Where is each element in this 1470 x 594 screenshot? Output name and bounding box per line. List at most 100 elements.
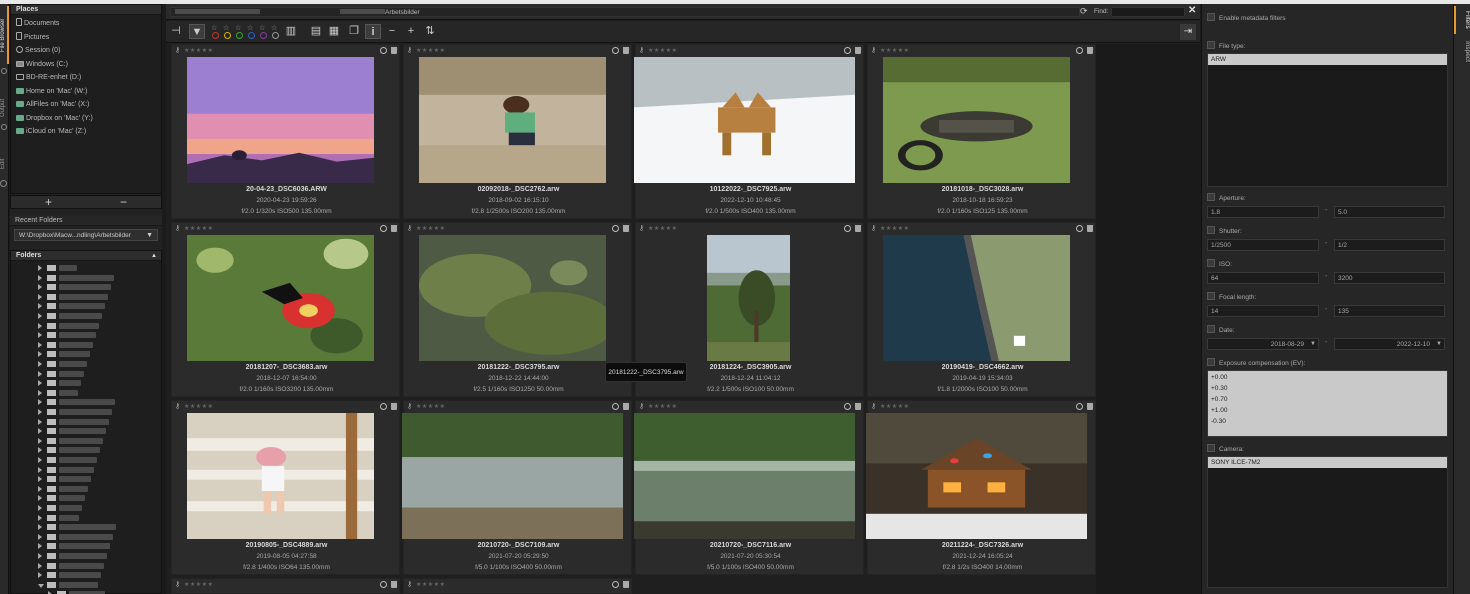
folder-row[interactable] xyxy=(36,293,146,302)
expand-arrow-icon[interactable] xyxy=(38,466,42,473)
star-filter-icon[interactable]: ☆ xyxy=(247,24,253,32)
zoom-out-icon[interactable]: − xyxy=(384,24,400,39)
thumbnail-cell[interactable]: ⚷ ★★★★★ 20-04-23_DSC6036.ARW 2020-04-23 19:… xyxy=(171,44,400,219)
folder-row[interactable] xyxy=(46,590,156,594)
trash-icon[interactable] xyxy=(623,47,629,54)
label-circle-icon[interactable] xyxy=(1076,403,1083,410)
thumbnail-cell[interactable]: ⚷ ★★★★★ 20181222-_DSC3795.arw 2018-12-22 14… xyxy=(403,222,632,397)
folder-row[interactable] xyxy=(36,446,146,455)
dog-snow-photo[interactable] xyxy=(634,57,855,183)
toddler-photo[interactable] xyxy=(187,413,374,539)
exposure-checkbox[interactable] xyxy=(1207,358,1215,366)
trash-icon[interactable] xyxy=(623,581,629,588)
recent-folders-select[interactable]: W:\Dropbox\Macw...ndling\Arbetsbilder ▼ xyxy=(14,229,158,241)
folder-row[interactable] xyxy=(36,504,146,513)
place-item[interactable]: Dropbox on 'Mac' (Y:) xyxy=(11,112,161,126)
tree-photo[interactable] xyxy=(707,235,790,361)
expand-arrow-icon[interactable] xyxy=(38,313,42,319)
label-circle-icon[interactable] xyxy=(1076,225,1083,232)
rating-stars[interactable]: ★★★★★ xyxy=(880,403,909,410)
star-filter-icon[interactable]: ☆ xyxy=(235,24,241,32)
expand-arrow-icon[interactable] xyxy=(38,293,42,300)
expand-arrow-icon[interactable] xyxy=(38,505,42,511)
rating-stars[interactable]: ★★★★★ xyxy=(648,47,677,54)
color-label-filter-icon[interactable] xyxy=(212,32,219,39)
key-icon[interactable]: ⚷ xyxy=(407,224,412,232)
folder-row[interactable] xyxy=(36,494,146,503)
rating-stars[interactable]: ★★★★★ xyxy=(184,403,213,410)
folder-row[interactable] xyxy=(36,475,146,484)
thumbnail-cell[interactable]: ⚷ ★★★★★ 20190805-_DSC4889.arw 2019-08-05 04… xyxy=(171,400,400,575)
expand-arrow-icon[interactable] xyxy=(38,457,42,463)
expand-arrow-icon[interactable] xyxy=(38,341,42,348)
trash-icon[interactable] xyxy=(623,225,629,232)
trash-icon[interactable] xyxy=(855,225,861,232)
expand-arrow-icon[interactable] xyxy=(38,485,42,492)
tab-output[interactable]: Output xyxy=(0,96,9,120)
color-label-filter-icon[interactable] xyxy=(260,32,267,39)
label-circle-icon[interactable] xyxy=(612,403,619,410)
trash-icon[interactable]: ▦ xyxy=(326,24,342,39)
rating-stars[interactable]: ★★★★★ xyxy=(416,581,445,588)
rating-stars[interactable]: ★★★★★ xyxy=(880,225,909,232)
shutter-max[interactable]: 1/2 xyxy=(1334,239,1445,251)
place-item[interactable]: Documents xyxy=(11,17,161,31)
expand-arrow-icon[interactable] xyxy=(38,437,42,444)
key-icon[interactable]: ⚷ xyxy=(407,580,412,588)
place-item[interactable]: Home on 'Mac' (W:) xyxy=(11,85,161,99)
aperture-filter[interactable]: Aperture: xyxy=(1207,193,1246,203)
folder-row[interactable] xyxy=(36,322,146,331)
folder-row[interactable] xyxy=(36,523,146,532)
expand-arrow-icon[interactable] xyxy=(38,274,42,281)
label-circle-icon[interactable] xyxy=(380,581,387,588)
trash-icon[interactable] xyxy=(391,47,397,54)
collapse-arrow-icon[interactable] xyxy=(38,583,44,588)
color-label-filter-icon[interactable] xyxy=(272,32,279,39)
folder-row[interactable] xyxy=(36,485,146,494)
label-circle-icon[interactable] xyxy=(380,225,387,232)
label-circle-icon[interactable] xyxy=(380,47,387,54)
delete-icon[interactable]: ▤ xyxy=(308,24,324,39)
focal-length-checkbox[interactable] xyxy=(1207,292,1215,300)
calendar-dropdown-icon[interactable]: ▼ xyxy=(1436,339,1442,350)
sort-icon[interactable]: ⇅ xyxy=(422,24,438,39)
folder-row[interactable] xyxy=(36,398,146,407)
expand-arrow-icon[interactable] xyxy=(38,553,42,559)
reject-filter-icon[interactable]: ▥ xyxy=(283,24,299,39)
shutter-checkbox[interactable] xyxy=(1207,226,1215,234)
expand-arrow-icon[interactable] xyxy=(38,428,42,435)
date-max[interactable]: 2022-12-10 ▼ xyxy=(1334,338,1445,350)
refresh-icon[interactable]: ⟳ xyxy=(1080,7,1088,16)
lake-mist-photo[interactable] xyxy=(402,413,623,539)
folder-row[interactable] xyxy=(36,360,146,369)
aperture-icon[interactable] xyxy=(0,180,9,190)
tab-filters[interactable]: Filters xyxy=(1454,6,1470,34)
star-filter-icon[interactable]: ☆ xyxy=(271,24,277,32)
place-item[interactable]: AllFiles on 'Mac' (X:) xyxy=(11,98,161,112)
focal-length-min[interactable]: 14 xyxy=(1207,305,1319,317)
exposure-item[interactable]: +0.00 xyxy=(1208,372,1447,383)
expand-arrow-icon[interactable] xyxy=(38,361,42,367)
date-filter[interactable]: Date: xyxy=(1207,325,1235,335)
label-circle-icon[interactable] xyxy=(612,581,619,588)
exposure-item[interactable]: +0.70 xyxy=(1208,394,1447,405)
folder-row[interactable] xyxy=(36,283,146,292)
iso-checkbox[interactable] xyxy=(1207,259,1215,267)
expand-arrow-icon[interactable] xyxy=(38,476,42,483)
place-item[interactable]: Windows (C:) xyxy=(11,58,161,72)
folder-row[interactable] xyxy=(36,312,146,321)
file-type-filter[interactable]: File type: xyxy=(1207,41,1245,51)
expand-arrow-icon[interactable] xyxy=(38,562,42,569)
key-icon[interactable]: ⚷ xyxy=(639,402,644,410)
burnt-bike-photo[interactable] xyxy=(883,57,1070,183)
key-icon[interactable]: ⚷ xyxy=(175,224,180,232)
color-label-filter-icon[interactable] xyxy=(236,32,243,39)
info-icon[interactable]: i xyxy=(365,24,381,39)
aperture-max[interactable]: 5.0 xyxy=(1334,206,1445,218)
rating-stars[interactable]: ★★★★★ xyxy=(184,225,213,232)
shutter-filter[interactable]: Shutter: xyxy=(1207,226,1242,236)
camera-item[interactable]: SONY ILCE-7M2 xyxy=(1208,457,1447,468)
color-label-filter-icon[interactable] xyxy=(248,32,255,39)
rating-stars[interactable]: ★★★★★ xyxy=(648,403,677,410)
wrench-icon[interactable] xyxy=(0,124,9,134)
